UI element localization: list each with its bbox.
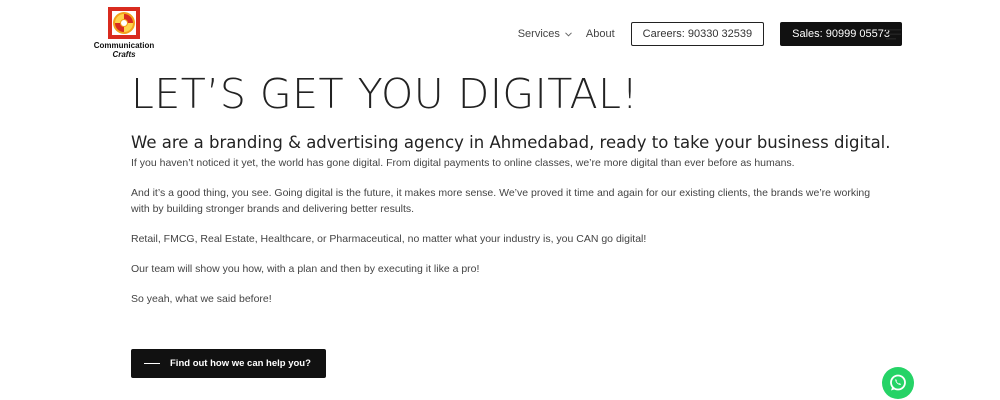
careers-button[interactable]: Careers: 90330 32539 [630, 22, 765, 46]
nav-services-label: Services [517, 28, 560, 40]
nav-about-label: About [585, 28, 615, 40]
hamburger-menu-icon [886, 29, 901, 40]
cta-label: Find out how we can help you? [170, 358, 311, 369]
chevron-down-icon [565, 31, 572, 37]
logo-text-line1: Communication [93, 41, 155, 50]
paragraph-1: If you haven’t noticed it yet, the world… [131, 157, 795, 169]
whatsapp-icon [890, 374, 906, 391]
dash-line-icon [144, 363, 160, 364]
nav-services[interactable]: Services [518, 28, 572, 40]
page-title: LET’S GET YOU DIGITAL! [131, 70, 639, 118]
nav-about[interactable]: About [586, 28, 615, 40]
logo-text-line2: Crafts [112, 50, 136, 59]
paragraph-2: And it’s a good thing, you see. Going di… [131, 187, 871, 215]
main-nav: Services About Careers: 90330 32539 Sale… [518, 22, 902, 46]
paragraph-5: So yeah, what we said before! [131, 293, 272, 305]
main-content: LET’S GET YOU DIGITAL! We are a branding… [131, 70, 891, 307]
whatsapp-button[interactable] [882, 367, 914, 399]
page-subtitle: We are a branding & advertising agency i… [131, 133, 891, 152]
paragraph-3: Retail, FMCG, Real Estate, Healthcare, o… [131, 233, 647, 245]
logo-mark-icon [108, 7, 140, 39]
hamburger-menu-button[interactable] [886, 27, 902, 40]
cta-button[interactable]: Find out how we can help you? [131, 349, 326, 378]
sales-button[interactable]: Sales: 90999 05573 [780, 22, 902, 46]
paragraph-4: Our team will show you how, with a plan … [131, 263, 480, 275]
logo[interactable]: Communication Crafts [92, 6, 156, 62]
page: Communication Crafts Services About Care… [0, 0, 1000, 400]
